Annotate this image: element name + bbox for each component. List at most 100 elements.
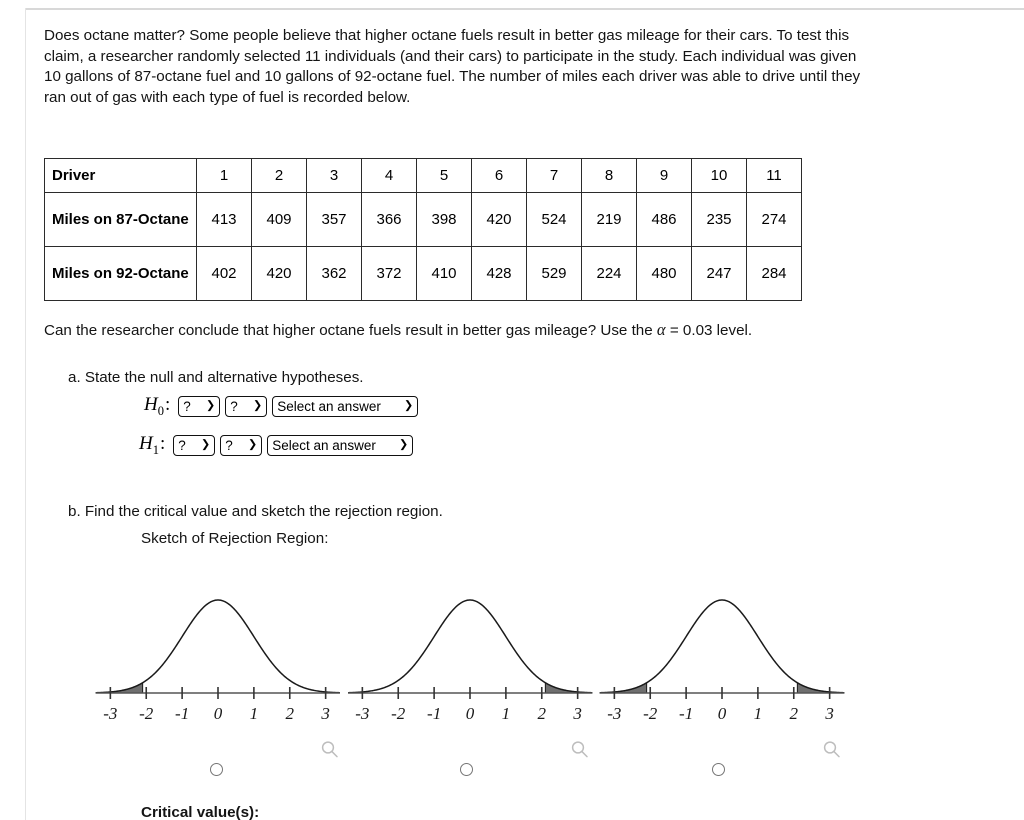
rejection-region-radio-2[interactable] bbox=[712, 763, 725, 776]
conclusion-text-after: = 0.03 level. bbox=[665, 322, 753, 339]
table-cell: 420 bbox=[471, 192, 527, 247]
left-divider bbox=[25, 8, 26, 820]
conclusion-question: Can the researcher conclude that higher … bbox=[44, 320, 904, 340]
rejection-region-radio-0[interactable] bbox=[210, 763, 223, 776]
axis-tick-label: -2 bbox=[643, 704, 658, 723]
h0-answer-select[interactable]: Select an answer bbox=[272, 395, 419, 417]
h1-select1-wrap[interactable]: ? ❯ bbox=[173, 434, 216, 456]
conclusion-text-before: Can the researcher conclude that higher … bbox=[44, 322, 657, 339]
axis-tick-label: 0 bbox=[466, 704, 475, 723]
alternative-hypothesis-row: H1: ? ❯ ? ❯ Select an answer ❯ bbox=[139, 433, 414, 458]
problem-statement: Does octane matter? Some people believe … bbox=[44, 27, 861, 106]
table-cell: 1 bbox=[196, 158, 252, 193]
part-b-label: b. Find the critical value and sketch th… bbox=[68, 503, 443, 520]
axis-tick-label: 1 bbox=[754, 704, 763, 723]
axis-tick-label: -2 bbox=[139, 704, 154, 723]
axis-tick-label: -1 bbox=[679, 704, 693, 723]
normal-curve bbox=[599, 599, 845, 694]
axis-tick-label: 0 bbox=[214, 704, 223, 723]
h0-parameter-select[interactable]: ? bbox=[178, 395, 221, 417]
rejection-region-graph-two-tailed[interactable]: -3 -2 -1 0 1 2 3 bbox=[592, 585, 852, 730]
axis-tick-label: 3 bbox=[572, 704, 582, 723]
null-hypothesis-symbol: H0: bbox=[144, 394, 171, 418]
h1-select2-wrap[interactable]: ? ❯ bbox=[220, 434, 263, 456]
top-divider bbox=[25, 8, 1024, 10]
table-cell: 428 bbox=[471, 246, 527, 301]
search-icon[interactable] bbox=[319, 739, 341, 761]
sketch-of-rejection-region-label: Sketch of Rejection Region: bbox=[141, 530, 329, 547]
axis-tick-label: 1 bbox=[250, 704, 259, 723]
table-row: Miles on 92-Octane 402 420 362 372 410 4… bbox=[44, 246, 802, 301]
table-cell: 4 bbox=[361, 158, 417, 193]
alternative-hypothesis-symbol: H1: bbox=[139, 433, 166, 457]
normal-curve bbox=[347, 599, 593, 694]
table-cell: 409 bbox=[251, 192, 307, 247]
table-cell: 366 bbox=[361, 192, 417, 247]
axis-tick-label: 2 bbox=[286, 704, 295, 723]
table-cell: 8 bbox=[581, 158, 637, 193]
alpha-symbol: α bbox=[656, 320, 666, 339]
table-header-driver: Driver bbox=[44, 158, 197, 193]
rejection-region-radio-1[interactable] bbox=[460, 763, 473, 776]
h1-select3-wrap[interactable]: Select an answer ❯ bbox=[267, 434, 414, 456]
table-cell: 529 bbox=[526, 246, 582, 301]
table-cell: 10 bbox=[691, 158, 747, 193]
axis-tick-label: -1 bbox=[427, 704, 441, 723]
table-cell: 9 bbox=[636, 158, 692, 193]
table-cell: 224 bbox=[581, 246, 637, 301]
search-icon[interactable] bbox=[569, 739, 591, 761]
table-cell: 284 bbox=[746, 246, 802, 301]
table-row: Miles on 87-Octane 413 409 357 366 398 4… bbox=[44, 192, 802, 247]
axis-tick-label: -1 bbox=[175, 704, 189, 723]
table-cell: 3 bbox=[306, 158, 362, 193]
h0-select2-wrap[interactable]: ? ❯ bbox=[225, 395, 268, 417]
table-cell: 274 bbox=[746, 192, 802, 247]
table-cell: 2 bbox=[251, 158, 307, 193]
h1-parameter-select[interactable]: ? bbox=[173, 434, 216, 456]
table-cell: 219 bbox=[581, 192, 637, 247]
table-cell: 524 bbox=[526, 192, 582, 247]
table-cell: 420 bbox=[251, 246, 307, 301]
search-icon[interactable] bbox=[821, 739, 843, 761]
axis-tick-label: 1 bbox=[502, 704, 511, 723]
axis-tick-label: -3 bbox=[607, 704, 621, 723]
table-cell: 235 bbox=[691, 192, 747, 247]
h1-operator-select[interactable]: ? bbox=[220, 434, 263, 456]
table-cell: 11 bbox=[746, 158, 802, 193]
table-cell: 486 bbox=[636, 192, 692, 247]
axis-tick-label: 2 bbox=[790, 704, 799, 723]
axis-tick-label: 0 bbox=[718, 704, 727, 723]
rejection-region-graph-left-tailed[interactable]: -3 -2 -1 0 1 2 3 bbox=[88, 585, 348, 730]
h0-operator-select[interactable]: ? bbox=[225, 395, 268, 417]
axis-tick-label: -3 bbox=[103, 704, 117, 723]
table-row-header: Driver 1 2 3 4 5 6 7 8 9 10 11 bbox=[44, 158, 802, 193]
axis-tick-label: 3 bbox=[320, 704, 330, 723]
table-cell: 413 bbox=[196, 192, 252, 247]
table-cell: 5 bbox=[416, 158, 472, 193]
table-cell: 6 bbox=[471, 158, 527, 193]
rejection-region-graph-right-tailed[interactable]: -3 -2 -1 0 1 2 3 bbox=[340, 585, 600, 730]
axis-tick-label: 3 bbox=[824, 704, 834, 723]
table-row-label: Miles on 92-Octane bbox=[44, 246, 197, 301]
h0-select3-wrap[interactable]: Select an answer ❯ bbox=[272, 395, 419, 417]
table-cell: 362 bbox=[306, 246, 362, 301]
axis-tick-label: 2 bbox=[538, 704, 547, 723]
null-hypothesis-row: H0: ? ❯ ? ❯ Select an answer ❯ bbox=[144, 394, 419, 419]
table-cell: 7 bbox=[526, 158, 582, 193]
table-cell: 398 bbox=[416, 192, 472, 247]
part-a-label: a. State the null and alternative hypoth… bbox=[68, 369, 364, 386]
axis-tick-label: -2 bbox=[391, 704, 406, 723]
normal-curve bbox=[95, 599, 341, 694]
critical-value-label: Critical value(s): bbox=[141, 804, 260, 820]
octane-data-table: Driver 1 2 3 4 5 6 7 8 9 10 11 Miles on … bbox=[44, 158, 802, 301]
h0-select1-wrap[interactable]: ? ❯ bbox=[178, 395, 221, 417]
table-cell: 480 bbox=[636, 246, 692, 301]
table-cell: 247 bbox=[691, 246, 747, 301]
table-cell: 357 bbox=[306, 192, 362, 247]
table-cell: 402 bbox=[196, 246, 252, 301]
table-cell: 372 bbox=[361, 246, 417, 301]
h1-answer-select[interactable]: Select an answer bbox=[267, 434, 414, 456]
table-cell: 410 bbox=[416, 246, 472, 301]
axis-tick-label: -3 bbox=[355, 704, 369, 723]
table-row-label: Miles on 87-Octane bbox=[44, 192, 197, 247]
